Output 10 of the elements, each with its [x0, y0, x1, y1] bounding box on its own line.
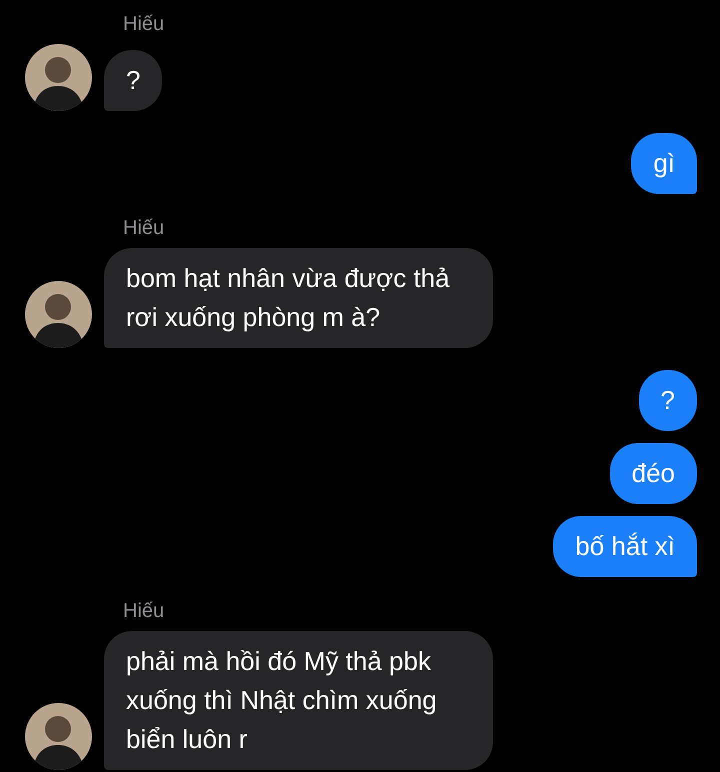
message-bubble: phải mà hồi đó Mỹ thả pbk xuống thì Nhật chìm xuống biển luôn r [104, 631, 493, 770]
sender-name: Hiếu [123, 12, 166, 36]
message-bubble: gì [631, 133, 697, 194]
message-bubble: ? [638, 370, 697, 431]
sender-name: Hiếu [123, 599, 166, 623]
message-bubble: ? [104, 50, 162, 111]
message-bubble: đéo [610, 443, 697, 504]
message-bubble: bố hắt xì [553, 516, 697, 577]
message-bubble: bom hạt nhân vừa được thả rơi xuống phòng m à? [104, 248, 493, 348]
sender-name: Hiếu [123, 216, 166, 240]
